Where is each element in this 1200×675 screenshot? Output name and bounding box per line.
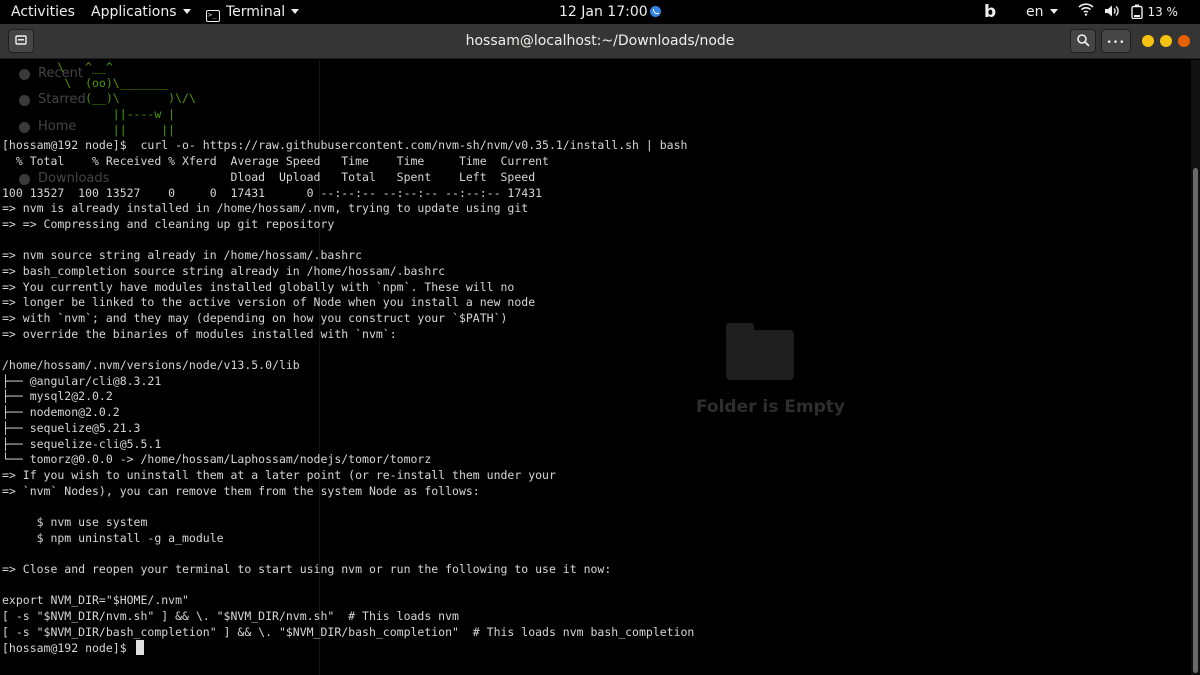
terminal-icon: >_	[206, 10, 220, 22]
ascii-art-line: \ (oo)\_______	[2, 75, 169, 90]
volume-icon[interactable]	[1104, 0, 1120, 24]
terminal-line: => Close and reopen your terminal to sta…	[2, 562, 612, 576]
language-label: en	[1026, 4, 1044, 20]
top-bar: Activities Applications >_ Terminal 12 Ja…	[0, 0, 1200, 24]
new-tab-button[interactable]	[8, 29, 34, 53]
terminal-line: ├── @angular/cli@8.3.21	[2, 373, 162, 388]
clock-label: 12 Jan 17:00	[559, 4, 648, 20]
terminal-tab-icon	[15, 35, 27, 45]
terminal-line: [ -s "$NVM_DIR/nvm.sh" ] && \. "$NVM_DIR…	[2, 609, 459, 624]
activities-button[interactable]: Activities	[11, 0, 75, 24]
terminal-line: => => Compressing and cleaning up git re…	[2, 216, 335, 231]
applications-label: Applications	[91, 4, 177, 20]
terminal-prompt-line[interactable]: [hossam@192 node]$	[2, 640, 1182, 656]
terminal-line: $ npm uninstall -g a_module	[2, 530, 224, 545]
terminal-line: => with `nvm`; and they may (depending o…	[2, 311, 508, 325]
battery-indicator[interactable]: 13 %	[1131, 0, 1178, 24]
terminal-line: ├── sequelize@5.21.3	[2, 420, 141, 435]
wifi-icon[interactable]	[1078, 0, 1094, 24]
terminal-line: => nvm source string already in /home/ho…	[2, 248, 363, 263]
terminal-line: Dload Upload Total Spent Left Speed	[2, 169, 536, 184]
terminal-line: ├── sequelize-cli@5.5.1	[2, 436, 162, 451]
terminal-line: % Total % Received % Xferd Average Speed…	[2, 154, 549, 169]
scrollbar[interactable]	[1191, 60, 1200, 675]
terminal-line: /home/hossam/.nvm/versions/node/v13.5.0/…	[2, 358, 300, 373]
ascii-art-line: (__)\ )\/\	[2, 91, 196, 106]
terminal-line: => `nvm` Nodes), you can remove them fro…	[2, 483, 480, 498]
search-button[interactable]	[1070, 29, 1096, 53]
window-title: hossam@localhost:~/Downloads/node	[465, 33, 735, 49]
close-button[interactable]	[1178, 35, 1190, 47]
chevron-down-icon	[291, 9, 300, 14]
terminal-line: => override the binaries of modules inst…	[2, 326, 397, 341]
terminal-line: => bash_completion source string already…	[2, 263, 446, 278]
terminal-output[interactable]: \ ^__^ \ (oo)\_______ (__)\ )\/\ ||----w…	[2, 60, 1182, 675]
minimize-button[interactable]	[1142, 35, 1154, 47]
ascii-art-line: ||----w |	[2, 107, 176, 122]
terminal-line: => nvm is already installed in /home/hos…	[2, 201, 529, 216]
terminal-line: $ nvm use system	[2, 514, 148, 529]
terminal-line: => You currently have modules installed …	[2, 279, 515, 294]
terminal-line: => longer be linked to the active versio…	[2, 295, 536, 310]
scrollbar-thumb[interactable]	[1193, 168, 1198, 673]
search-icon	[1077, 34, 1090, 47]
applications-menu[interactable]: Applications	[91, 0, 191, 24]
terminal-line: 100 13527 100 13527 0 0 17431 0 --:--:--…	[2, 185, 543, 200]
menu-button[interactable]: •••	[1101, 29, 1131, 53]
prompt-text: [hossam@192 node]$	[2, 641, 134, 656]
app-menu-label: Terminal	[226, 4, 286, 20]
battery-label: 13 %	[1147, 5, 1178, 19]
app-menu-terminal[interactable]: >_ Terminal	[206, 0, 300, 24]
language-selector[interactable]: en	[1026, 0, 1058, 24]
terminal-line: [ -s "$NVM_DIR/bash_completion" ] && \. …	[2, 624, 695, 639]
terminal-line: └── tomorz@0.0.0 -> /home/hossam/Laphoss…	[2, 452, 432, 467]
text-cursor	[135, 640, 144, 656]
more-icon: •••	[1106, 38, 1126, 48]
ascii-art-line: || ||	[2, 122, 176, 137]
terminal-view[interactable]: Recent Starred Home Downloads Folder is …	[0, 60, 1200, 675]
terminal-line: export NVM_DIR="$HOME/.nvm"	[2, 593, 189, 608]
notification-icon	[649, 6, 661, 17]
maximize-button[interactable]	[1160, 35, 1172, 47]
battery-icon	[1131, 4, 1143, 20]
ascii-art-line: \ ^__^	[2, 60, 113, 74]
clock[interactable]: 12 Jan 17:00	[559, 0, 661, 24]
terminal-line: => If you wish to uninstall them at a la…	[2, 467, 556, 482]
terminal-line: ├── nodemon@2.0.2	[2, 405, 120, 420]
window-header-bar: hossam@localhost:~/Downloads/node •••	[0, 24, 1200, 59]
bing-icon[interactable]: b	[984, 0, 996, 24]
terminal-line: ├── mysql2@2.0.2	[2, 389, 113, 404]
chevron-down-icon	[182, 9, 191, 14]
chevron-down-icon	[1049, 9, 1058, 14]
terminal-line: [hossam@192 node]$ curl -o- https://raw.…	[2, 138, 688, 153]
